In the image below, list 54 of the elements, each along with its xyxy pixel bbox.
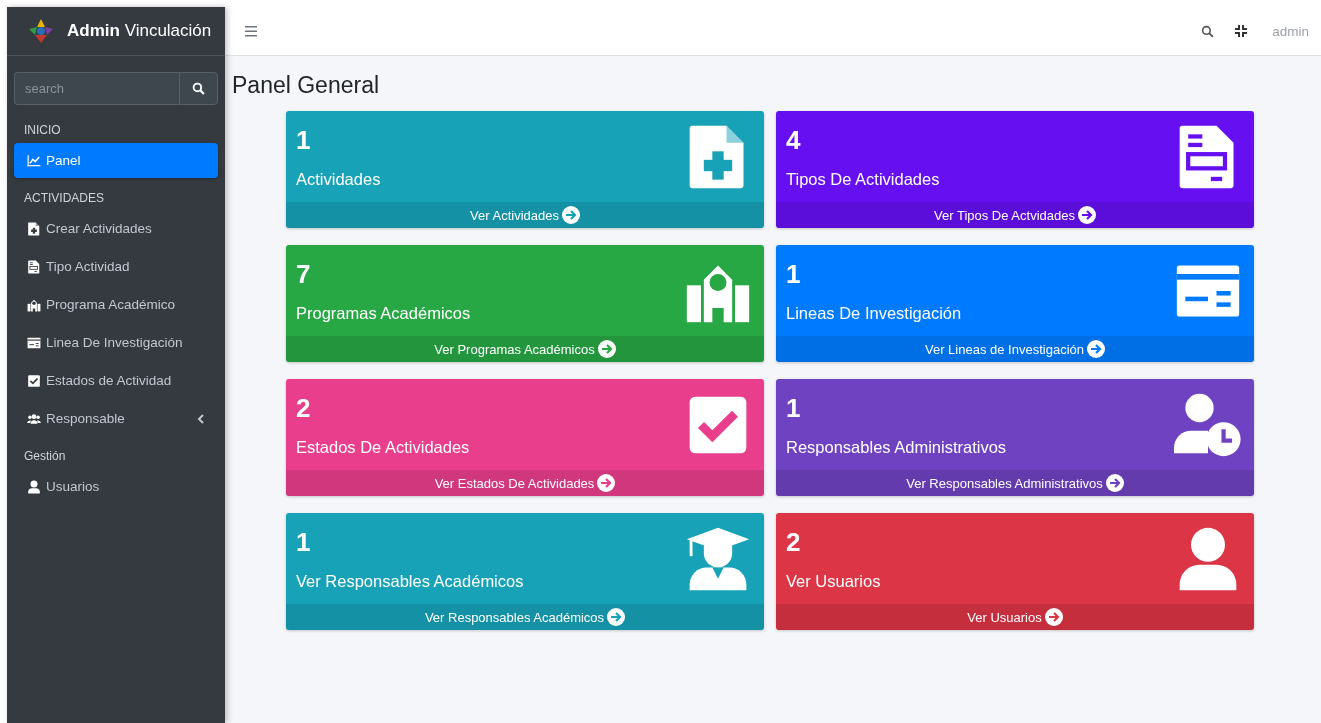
search-icon[interactable] — [1201, 24, 1215, 38]
stat-count: 2 — [786, 526, 801, 558]
arrow-circle-icon — [597, 340, 616, 358]
stat-label: Actividades — [296, 169, 381, 189]
arrow-circle-icon — [1105, 474, 1124, 492]
stat-label: Programas Académicos — [296, 303, 471, 323]
arrow-circle-icon — [597, 474, 616, 492]
stat-label: Lineas De Investigación — [786, 303, 962, 323]
nav-item[interactable]: Usuarios — [14, 469, 218, 504]
stat-label: Estados De Actividades — [296, 437, 470, 457]
search-button[interactable] — [179, 72, 218, 105]
nav-item[interactable]: Tipo Actividad — [14, 249, 218, 284]
arrow-circle-icon — [1077, 206, 1096, 224]
nav-item[interactable]: Crear Actividades — [14, 211, 218, 246]
card-icon — [27, 335, 41, 350]
stat-label: Responsables Administrativos — [786, 437, 1007, 457]
stat-count: 7 — [296, 258, 311, 290]
file-plus-icon — [27, 221, 41, 236]
section-header: Gestión — [23, 448, 67, 465]
more-info-link[interactable]: Ver Actividades — [470, 206, 580, 224]
menu-icon[interactable] — [245, 25, 257, 37]
stat-label: Ver Responsables Académicos — [296, 571, 524, 591]
more-info-link[interactable]: Ver Usuarios — [967, 608, 1063, 626]
arrow-circle-icon — [1087, 340, 1105, 358]
users-icon — [27, 411, 41, 426]
user-icon — [27, 479, 41, 494]
school-icon — [27, 297, 41, 312]
stat-count: 4 — [786, 124, 801, 156]
search-icon — [192, 82, 205, 95]
brand-title: Admin Vinculación — [67, 21, 212, 41]
nav-item[interactable]: Estados de Actividad — [14, 363, 218, 398]
search-field[interactable]: search — [14, 72, 179, 105]
page-title: Panel General — [232, 72, 381, 99]
stat-count: 1 — [786, 392, 801, 424]
chart-icon — [27, 153, 41, 168]
logo-icon — [27, 17, 55, 45]
stat-label: Ver Usuarios — [786, 571, 881, 591]
stat-count: 1 — [296, 124, 311, 156]
nav-item[interactable]: Programa Académico — [14, 287, 218, 322]
nav-item[interactable]: Panel — [14, 143, 218, 178]
stat-label: Tipos De Actividades — [786, 169, 940, 189]
section-header: ACTIVIDADES — [23, 190, 105, 207]
nav-item[interactable]: Responsable — [14, 401, 218, 436]
document-icon — [27, 259, 41, 274]
stat-count: 1 — [296, 526, 311, 558]
section-header: INICIO — [23, 122, 62, 139]
compress-icon[interactable] — [1234, 24, 1249, 38]
nav-item[interactable]: Linea De Investigación — [14, 325, 218, 360]
stat-count: 1 — [786, 258, 801, 290]
checkbox-icon — [27, 373, 41, 388]
arrow-circle-icon — [607, 608, 626, 626]
arrow-circle-icon — [561, 206, 580, 224]
stat-count: 2 — [296, 392, 311, 424]
arrow-circle-icon — [1044, 608, 1063, 626]
